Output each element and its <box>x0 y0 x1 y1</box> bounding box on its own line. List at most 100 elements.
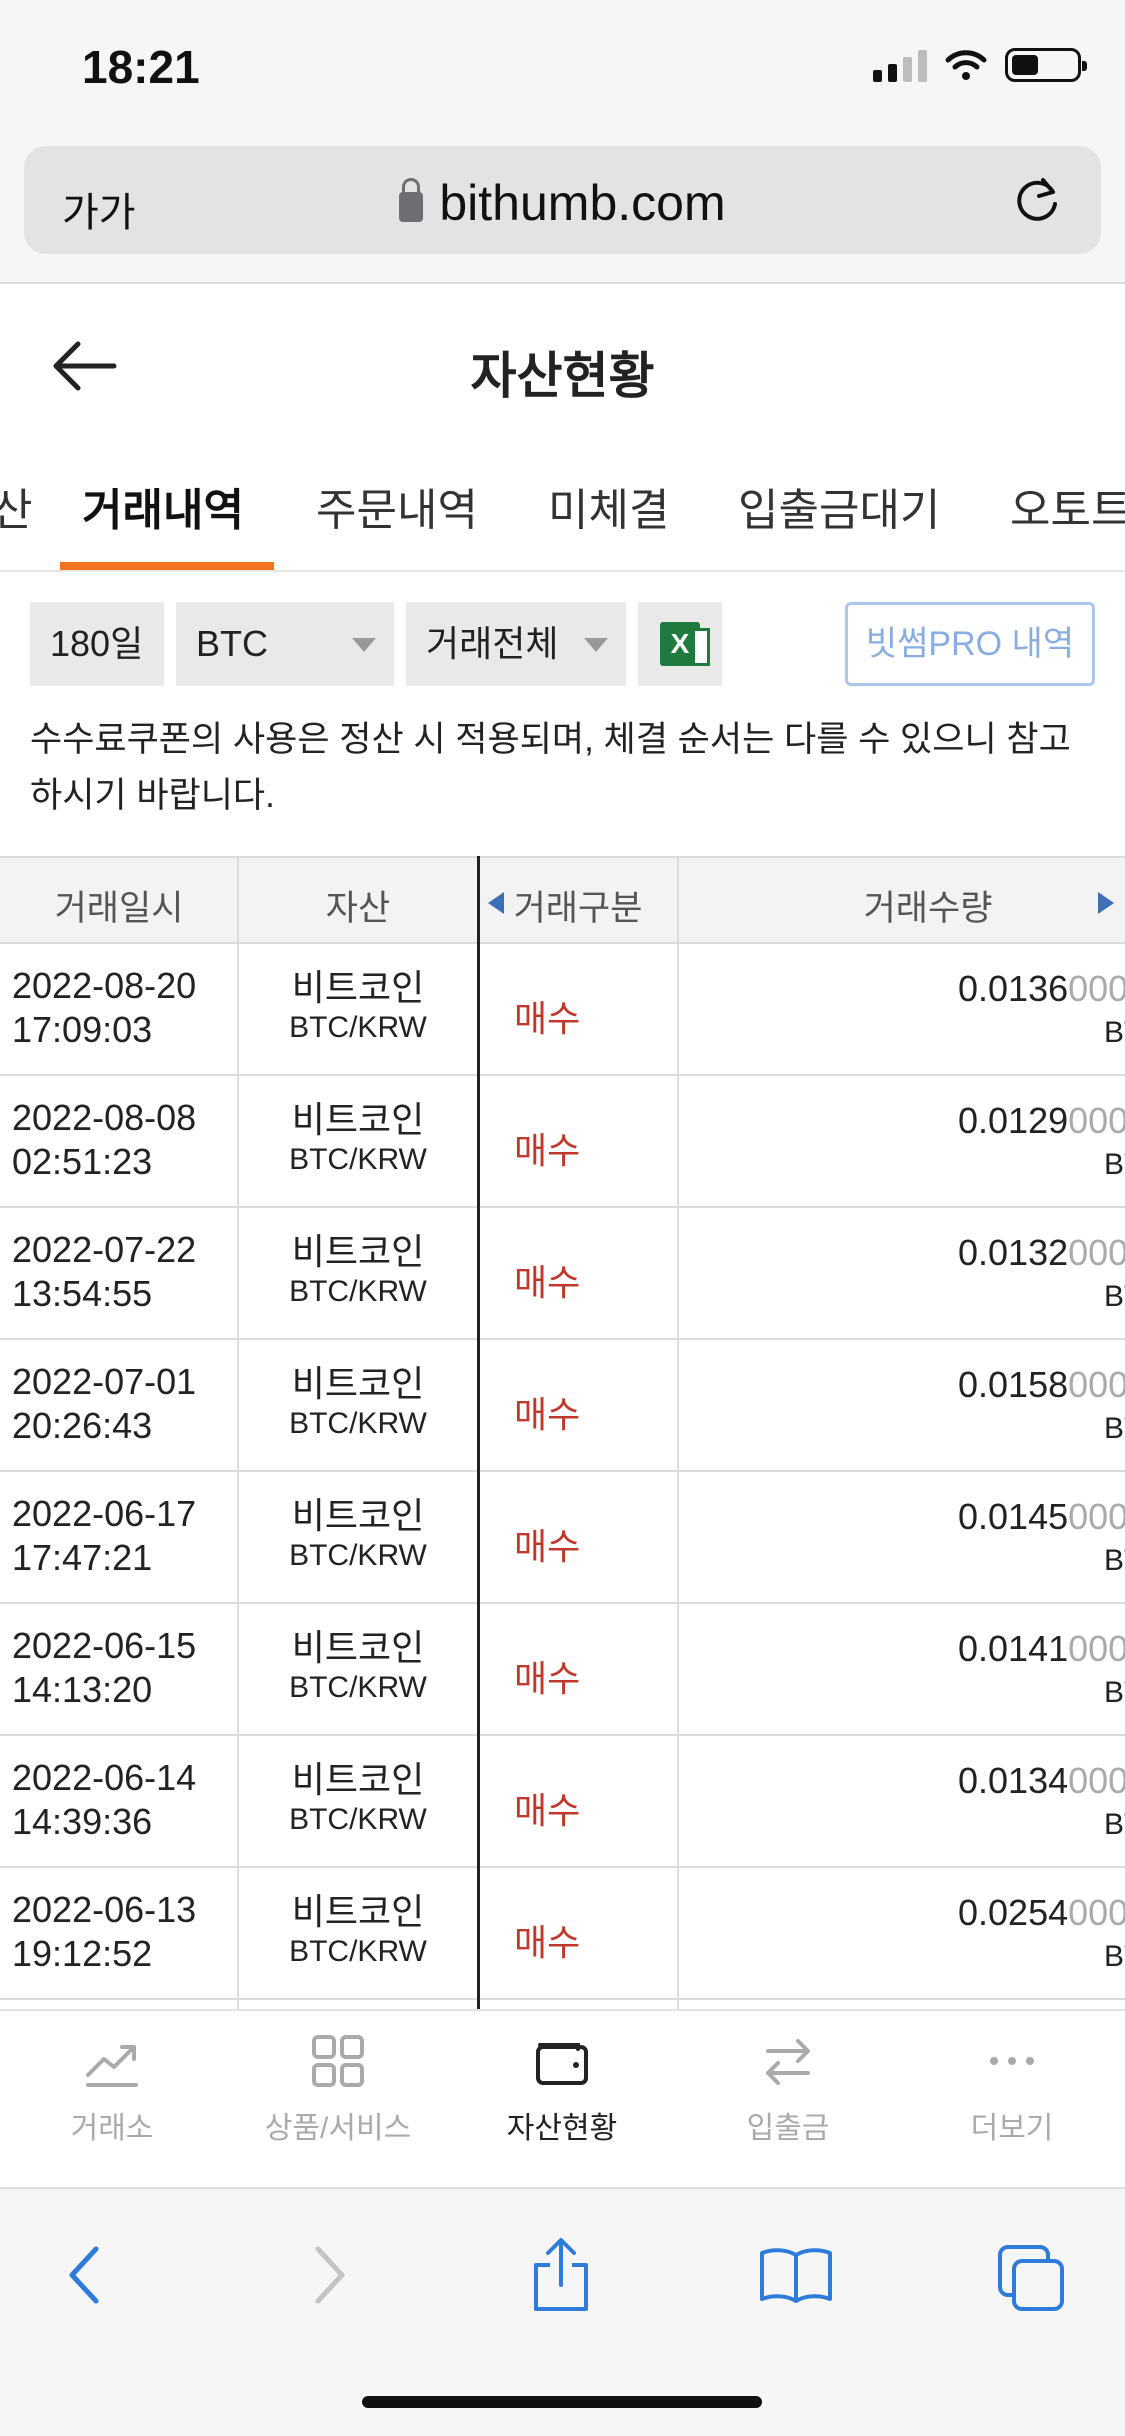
trade-datetime: 2022-08-08 02:51:23 <box>12 1096 196 1184</box>
trade-time: 14:13:20 <box>12 1669 153 1710</box>
trade-asset: 비트코인 BTC/KRW <box>240 968 476 1048</box>
trade-time: 17:47:21 <box>12 1537 153 1578</box>
asset-name: 비트코인 <box>291 1363 425 1404</box>
page-title: 자산현황 <box>470 348 655 404</box>
trade-time: 17:09:03 <box>12 1009 153 1050</box>
trade-quantity: 0.0141000 <box>958 1628 1125 1670</box>
tab-partial-left[interactable]: 산 <box>0 474 32 538</box>
table-row[interactable]: 2022-07-22 13:54:55 비트코인 BTC/KRW 매수 0.0132000… <box>0 1208 1125 1340</box>
quantity-unit: BT <box>1104 1544 1125 1577</box>
asset-name: 비트코인 <box>291 1627 425 1668</box>
quantity-unit: BT <box>1104 1940 1125 1973</box>
trade-time: 19:12:52 <box>12 1933 153 1974</box>
cellular-signal-icon <box>873 48 927 82</box>
tab-order-history[interactable]: 주문내역 <box>316 474 478 538</box>
trade-type: 매수 <box>514 1394 581 1435</box>
table-row[interactable]: 2022-06-15 14:13:20 비트코인 BTC/KRW 매수 0.0141000… <box>0 1604 1125 1736</box>
header-datetime: 거래일시 <box>54 889 184 928</box>
quantity-trailing-zeros: 000 <box>1068 1100 1125 1141</box>
trade-type: 매수 <box>514 1130 581 1171</box>
filter-section: 180일 BTC 거래전체 X 빗썸PRO 내역 수수료쿠폰의 사용은 정산 시… <box>0 572 1125 832</box>
quantity-value: 0.0141 <box>958 1628 1069 1669</box>
browser-back-icon[interactable] <box>60 2243 110 2307</box>
nav-assets[interactable]: 자산현황 <box>462 2031 662 2147</box>
scroll-left-arrow-icon[interactable] <box>488 892 504 914</box>
bithumb-pro-history-button[interactable]: 빗썸PRO 내역 <box>845 602 1095 686</box>
nav-more-label: 더보기 <box>970 2112 1054 2145</box>
app-bottom-nav: 거래소 상품/서비스 자산현황 입출금 더보기 <box>0 2009 1125 2187</box>
url-display[interactable]: bithumb.com <box>24 174 1101 232</box>
home-indicator <box>362 2396 762 2408</box>
table-row[interactable]: 2022-06-14 14:39:36 비트코인 BTC/KRW 매수 0.0134000… <box>0 1736 1125 1868</box>
trade-date: 2022-06-17 <box>12 1493 197 1534</box>
browser-forward-icon[interactable] <box>304 2243 354 2307</box>
nav-products[interactable]: 상품/서비스 <box>238 2031 438 2147</box>
bookmarks-icon[interactable] <box>758 2243 834 2307</box>
quantity-trailing-zeros: 000 <box>1068 1496 1125 1537</box>
asset-pair: BTC/KRW <box>289 1803 427 1836</box>
table-row[interactable]: 2022-08-20 17:09:03 비트코인 BTC/KRW 매수 0.0136000… <box>0 944 1125 1076</box>
table-row[interactable]: 2022-08-08 02:51:23 비트코인 BTC/KRW 매수 0.0129000… <box>0 1076 1125 1208</box>
page-header: 자산현황 <box>0 286 1125 446</box>
quantity-unit: BT <box>1104 1016 1125 1049</box>
address-bar[interactable]: 가가 bithumb.com <box>24 146 1101 254</box>
chart-line-icon <box>86 2045 138 2087</box>
quantity-trailing-zeros: 000 <box>1068 1628 1125 1669</box>
header-trade-type: 거래구분 <box>513 889 643 928</box>
coin-select[interactable]: BTC <box>176 602 394 686</box>
tab-unfilled[interactable]: 미체결 <box>548 474 669 538</box>
fee-coupon-notice: 수수료쿠폰의 사용은 정산 시 적용되며, 체결 순서는 다를 수 있으니 참고… <box>30 720 1071 815</box>
tab-trade-history[interactable]: 거래내역 <box>82 474 244 538</box>
trade-asset: 비트코인 BTC/KRW <box>240 1760 476 1840</box>
asset-name: 비트코인 <box>291 967 425 1008</box>
frozen-column-divider <box>477 856 480 2009</box>
trade-type: 매수 <box>514 1262 581 1303</box>
quantity-trailing-zeros: 000 <box>1068 1892 1125 1933</box>
nav-more[interactable]: 더보기 <box>912 2031 1112 2147</box>
trade-datetime: 2022-06-13 19:12:52 <box>12 1888 196 1976</box>
battery-icon <box>1005 48 1087 82</box>
tab-auto-trade[interactable]: 오토트 <box>1010 474 1125 538</box>
status-time: 18:21 <box>82 41 200 93</box>
trade-asset: 비트코인 BTC/KRW <box>240 1892 476 1972</box>
table-row[interactable]: 2022-06-17 17:47:21 비트코인 BTC/KRW 매수 0.0145000… <box>0 1472 1125 1604</box>
tab-pending-deposit[interactable]: 입출금대기 <box>738 474 940 538</box>
period-select[interactable]: 180일 <box>30 602 164 686</box>
trade-time: 13:54:55 <box>12 1273 153 1314</box>
trade-date: 2022-06-13 <box>12 1889 197 1930</box>
excel-download-button[interactable]: X <box>638 602 722 686</box>
table-row[interactable]: 2022-06-13 19:12:52 비트코인 BTC/KRW 매수 0.0254000… <box>0 1868 1125 2000</box>
trade-asset: 비트코인 BTC/KRW <box>240 1100 476 1180</box>
trade-datetime: 2022-06-14 14:39:36 <box>12 1756 196 1844</box>
wallet-icon <box>536 2043 588 2085</box>
reload-icon[interactable] <box>1009 172 1065 228</box>
table-header: 거래일시 자산 거래구분 거래수량 <box>0 856 1125 944</box>
nav-deposit-withdraw[interactable]: 입출금 <box>688 2031 888 2147</box>
scroll-right-arrow-icon[interactable] <box>1098 892 1114 914</box>
asset-name: 비트코인 <box>291 1231 425 1272</box>
trade-type: 매수 <box>514 1790 581 1831</box>
tabs-icon[interactable] <box>996 2243 1068 2313</box>
quantity-value: 0.0129 <box>958 1100 1069 1141</box>
column-divider <box>677 856 679 2009</box>
nav-exchange[interactable]: 거래소 <box>12 2031 212 2147</box>
trade-date: 2022-07-22 <box>12 1229 197 1270</box>
trade-time: 02:51:23 <box>12 1141 153 1182</box>
quantity-unit: BT <box>1104 1808 1125 1841</box>
trade-asset: 비트코인 BTC/KRW <box>240 1496 476 1576</box>
trade-datetime: 2022-07-01 20:26:43 <box>12 1360 196 1448</box>
trade-type-select[interactable]: 거래전체 <box>406 602 626 686</box>
tab-bar: 산 거래내역 주문내역 미체결 입출금대기 오토트 <box>0 446 1125 572</box>
trade-quantity: 0.0129000 <box>958 1100 1125 1142</box>
trade-quantity: 0.0145000 <box>958 1496 1125 1538</box>
transfer-icon <box>766 2039 810 2085</box>
quantity-trailing-zeros: 000 <box>1068 1364 1125 1405</box>
asset-name: 비트코인 <box>291 1099 425 1140</box>
table-row[interactable]: 2022-07-01 20:26:43 비트코인 BTC/KRW 매수 0.0158000… <box>0 1340 1125 1472</box>
wifi-icon <box>945 50 987 80</box>
share-icon[interactable] <box>528 2235 594 2315</box>
trade-date: 2022-07-01 <box>12 1361 197 1402</box>
nav-exchange-label: 거래소 <box>70 2112 154 2145</box>
asset-pair: BTC/KRW <box>289 1539 427 1572</box>
quantity-trailing-zeros: 000 <box>1068 1232 1125 1273</box>
